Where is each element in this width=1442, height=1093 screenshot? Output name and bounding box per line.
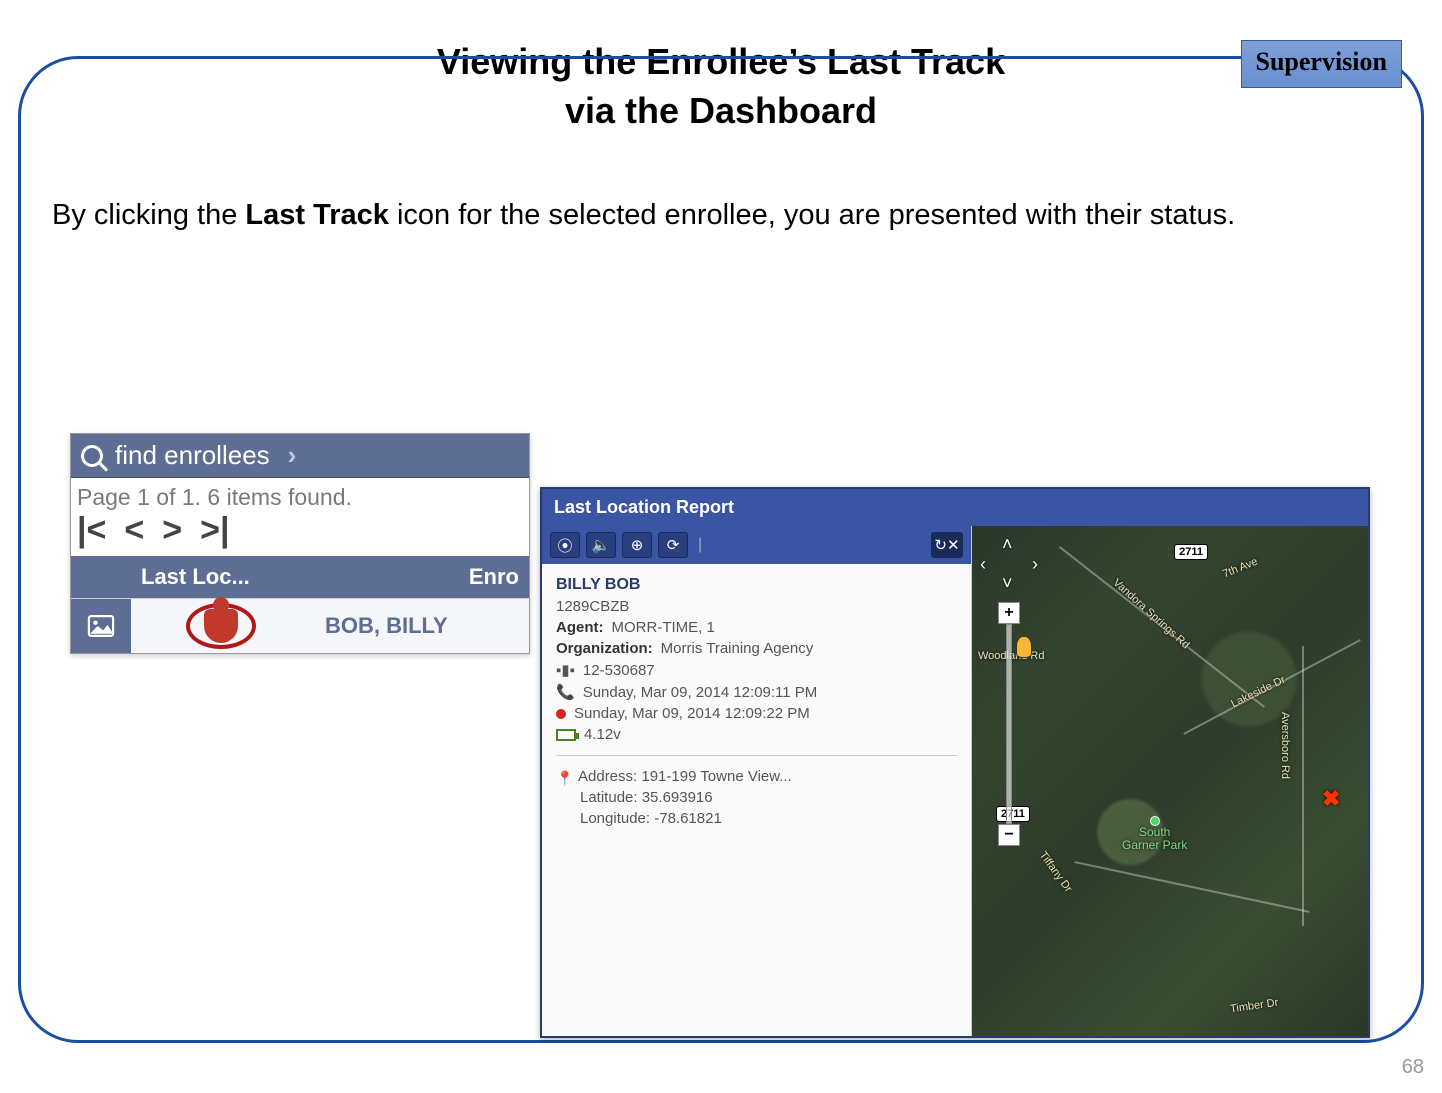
nav-next[interactable]: > (162, 511, 182, 550)
pan-left-icon[interactable]: ‹ (980, 554, 986, 575)
search-placeholder: find enrollees (115, 440, 270, 471)
map-view[interactable]: 2711 2711 7th Ave Vandora Springs Rd Lak… (972, 526, 1368, 1036)
pan-right-icon[interactable]: › (1032, 554, 1038, 575)
enrollee-full-name: BILLY BOB (556, 576, 957, 594)
report-header: Last Location Report (542, 489, 1368, 526)
longitude-value: Longitude: -78.61821 (556, 810, 957, 827)
report-info: BILLY BOB 1289CBZB Agent: MORR-TIME, 1 O… (542, 564, 971, 839)
gps-dot-icon (556, 709, 566, 719)
results-count: Page 1 of 1. 6 items found. (71, 478, 529, 511)
road-label: Aversboro Rd (1279, 712, 1291, 779)
pan-up-icon[interactable]: ˄ (1002, 534, 1013, 555)
address-value: Address: 191-199 Towne View... (578, 768, 792, 785)
col-enrollee[interactable]: Enro (311, 556, 529, 598)
map-nav: ˄ ˅ ‹ › + − (982, 538, 1036, 846)
table-header: Last Loc... Enro (71, 556, 529, 598)
route-shield: 2711 (1174, 544, 1208, 560)
case-number: 12-530687 (583, 662, 655, 679)
agent-label: Agent: (556, 619, 604, 636)
page-number: 68 (1402, 1056, 1424, 1079)
table-row[interactable]: BOB, BILLY (71, 598, 529, 653)
col-last-loc[interactable]: Last Loc... (131, 556, 311, 598)
last-location-report: Last Location Report ⦿ 🔈 ⊕ ⟳ | ↻✕ BILLY … (540, 487, 1370, 1038)
toolbar-btn-2[interactable]: 🔈 (586, 532, 616, 558)
pin-icon (556, 770, 570, 784)
toolbar-btn-1[interactable]: ⦿ (550, 532, 580, 558)
x-marker-icon[interactable]: ✖ (1322, 786, 1342, 812)
divider (556, 755, 957, 756)
map-pan-control[interactable]: ˄ ˅ ‹ › (982, 538, 1036, 592)
image-icon (87, 615, 115, 637)
zoom-out-button[interactable]: − (998, 824, 1020, 846)
nav-first[interactable]: |< (77, 511, 106, 550)
row-icon-cell (71, 599, 131, 653)
last-track-cell[interactable] (131, 599, 311, 653)
org-label: Organization: (556, 640, 653, 657)
phone-icon: 📞 (556, 683, 575, 701)
toolbar-btn-3[interactable]: ⊕ (622, 532, 652, 558)
map-zoom-control: + − (982, 602, 1036, 846)
last-track-icon[interactable] (186, 603, 256, 649)
gps-time: Sunday, Mar 09, 2014 12:09:22 PM (574, 705, 810, 722)
find-enrollees-bar[interactable]: find enrollees › (71, 434, 529, 478)
device-id: 1289CBZB (556, 598, 957, 615)
zoom-slider[interactable] (1006, 624, 1012, 824)
toolbar-btn-4[interactable]: ⟳ (658, 532, 688, 558)
nav-prev[interactable]: < (124, 511, 144, 550)
zoom-in-button[interactable]: + (998, 602, 1020, 624)
supervision-badge: Supervision (1241, 40, 1403, 88)
chevron-right-icon: › (288, 440, 297, 471)
org-value: Morris Training Agency (661, 640, 814, 657)
map-road (1302, 646, 1304, 926)
latitude-value: Latitude: 35.693916 (556, 789, 957, 806)
battery-icon (556, 729, 576, 741)
pan-down-icon[interactable]: ˅ (1002, 573, 1013, 594)
call-time: Sunday, Mar 09, 2014 12:09:11 PM (583, 684, 818, 701)
enrollee-name[interactable]: BOB, BILLY (311, 613, 529, 639)
report-details: ⦿ 🔈 ⊕ ⟳ | ↻✕ BILLY BOB 1289CBZB Agent: M… (542, 526, 972, 1036)
enrollee-dashboard: find enrollees › Page 1 of 1. 6 items fo… (70, 433, 530, 654)
park-label: South Garner Park (1122, 826, 1187, 852)
person-icon (204, 609, 238, 643)
battery-voltage: 4.12v (584, 726, 621, 743)
report-toolbar: ⦿ 🔈 ⊕ ⟳ | ↻✕ (542, 526, 971, 564)
agent-value: MORR-TIME, 1 (612, 619, 715, 636)
refresh-button[interactable]: ↻✕ (931, 532, 963, 558)
pagination-nav: |< < > >| (71, 511, 529, 556)
search-icon (81, 445, 103, 467)
toolbar-separator: | (698, 536, 702, 554)
nav-last[interactable]: >| (200, 511, 229, 550)
device-icon: ▪▮▪ (556, 661, 575, 679)
